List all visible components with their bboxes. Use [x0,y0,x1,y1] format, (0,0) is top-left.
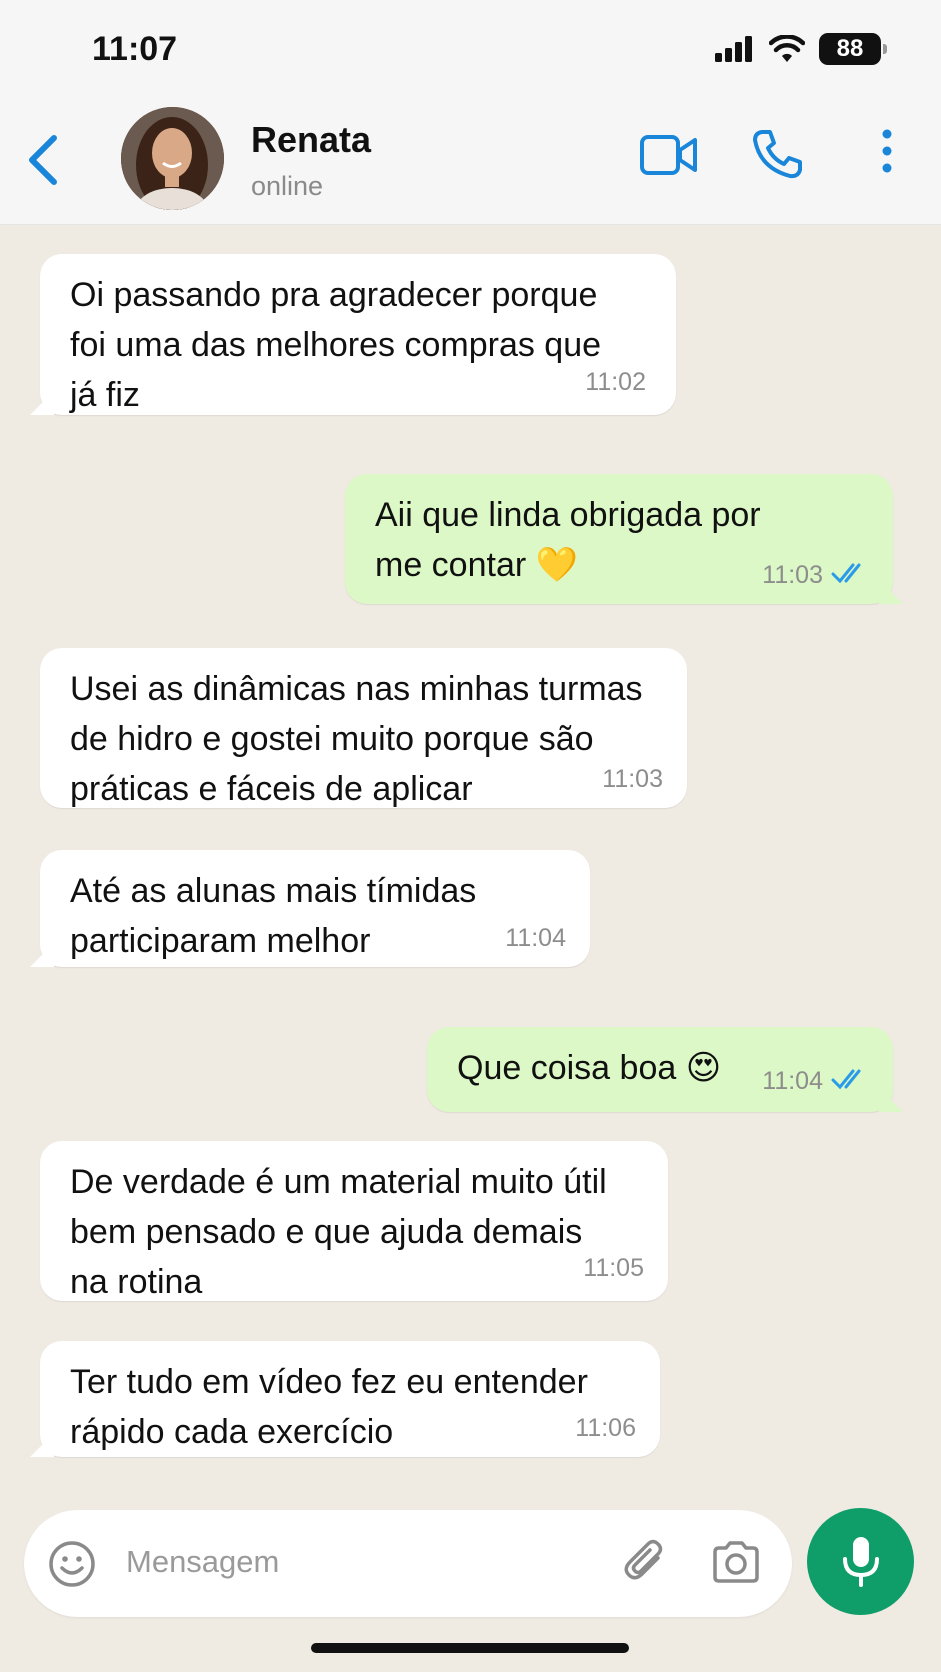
home-indicator[interactable] [311,1643,629,1653]
chat-area[interactable]: Oi passando pra agradecer porque foi uma… [0,226,941,1491]
message-incoming[interactable]: Usei as dinâmicas nas minhas turmas de h… [40,648,687,808]
more-vertical-icon[interactable] [879,128,895,174]
double-check-icon [831,1069,861,1090]
attachment-icon[interactable] [622,1538,670,1588]
status-time: 11:07 [92,30,178,68]
video-call-icon[interactable] [639,133,699,177]
message-text-line: de hidro e gostei muito porque são [70,720,594,758]
status-icons: 88 [715,32,887,66]
message-text-line: Oi passando pra agradecer porque [70,276,598,314]
contact-name[interactable]: Renata [251,119,371,161]
message-text-line: Ter tudo em vídeo fez eu entender [70,1363,588,1401]
message-incoming[interactable]: De verdade é um material muito útil bem … [40,1141,668,1301]
message-text-line: participaram melhor [70,922,371,960]
wifi-icon [769,35,805,62]
back-chevron-icon[interactable] [24,130,64,190]
message-time: 11:03 [602,765,663,793]
message-outgoing[interactable]: Aii que linda obrigada por me contar 💛 1… [345,474,893,604]
message-incoming[interactable]: Até as alunas mais tímidas participaram … [40,850,590,967]
battery-indicator: 88 [819,33,887,65]
microphone-icon [843,1537,879,1587]
status-bar: 11:07 88 [0,0,941,95]
message-outgoing[interactable]: Que coisa boa 😍 11:04 [427,1027,893,1112]
message-text-line: na rotina [70,1263,203,1301]
message-input[interactable]: Mensagem [126,1544,279,1580]
message-text-line: práticas e fáceis de aplicar [70,770,473,808]
message-text-line: rápido cada exercício [70,1413,394,1451]
message-time: 11:06 [575,1414,636,1442]
message-text-line: foi uma das melhores compras que [70,326,602,364]
camera-icon[interactable] [711,1540,761,1584]
message-text-line: Até as alunas mais tímidas [70,872,477,910]
avatar[interactable] [121,107,224,210]
double-check-icon [831,563,861,584]
message-time: 11:05 [583,1254,644,1282]
message-text-line: já fiz [70,376,140,414]
message-composer[interactable]: Mensagem [24,1510,792,1617]
message-text-line: De verdade é um material muito útil [70,1163,607,1201]
message-time: 11:04 [505,924,566,952]
microphone-button[interactable] [807,1508,914,1615]
message-incoming[interactable]: Ter tudo em vídeo fez eu entender rápido… [40,1341,660,1457]
message-time: 11:04 [762,1067,823,1095]
signal-icon [715,36,752,62]
message-incoming[interactable]: Oi passando pra agradecer porque foi uma… [40,254,676,415]
avatar-portrait [121,107,224,210]
message-text-line: Aii que linda obrigada por [375,496,761,534]
message-text-line: Usei as dinâmicas nas minhas turmas [70,670,643,708]
message-time: 11:03 [762,561,823,589]
emoji-icon[interactable] [48,1540,96,1588]
contact-status: online [251,171,324,201]
message-time: 11:02 [585,368,646,396]
chat-header: Renata online [0,95,941,225]
message-text-line: bem pensado e que ajuda demais [70,1213,583,1251]
phone-icon[interactable] [752,128,802,180]
